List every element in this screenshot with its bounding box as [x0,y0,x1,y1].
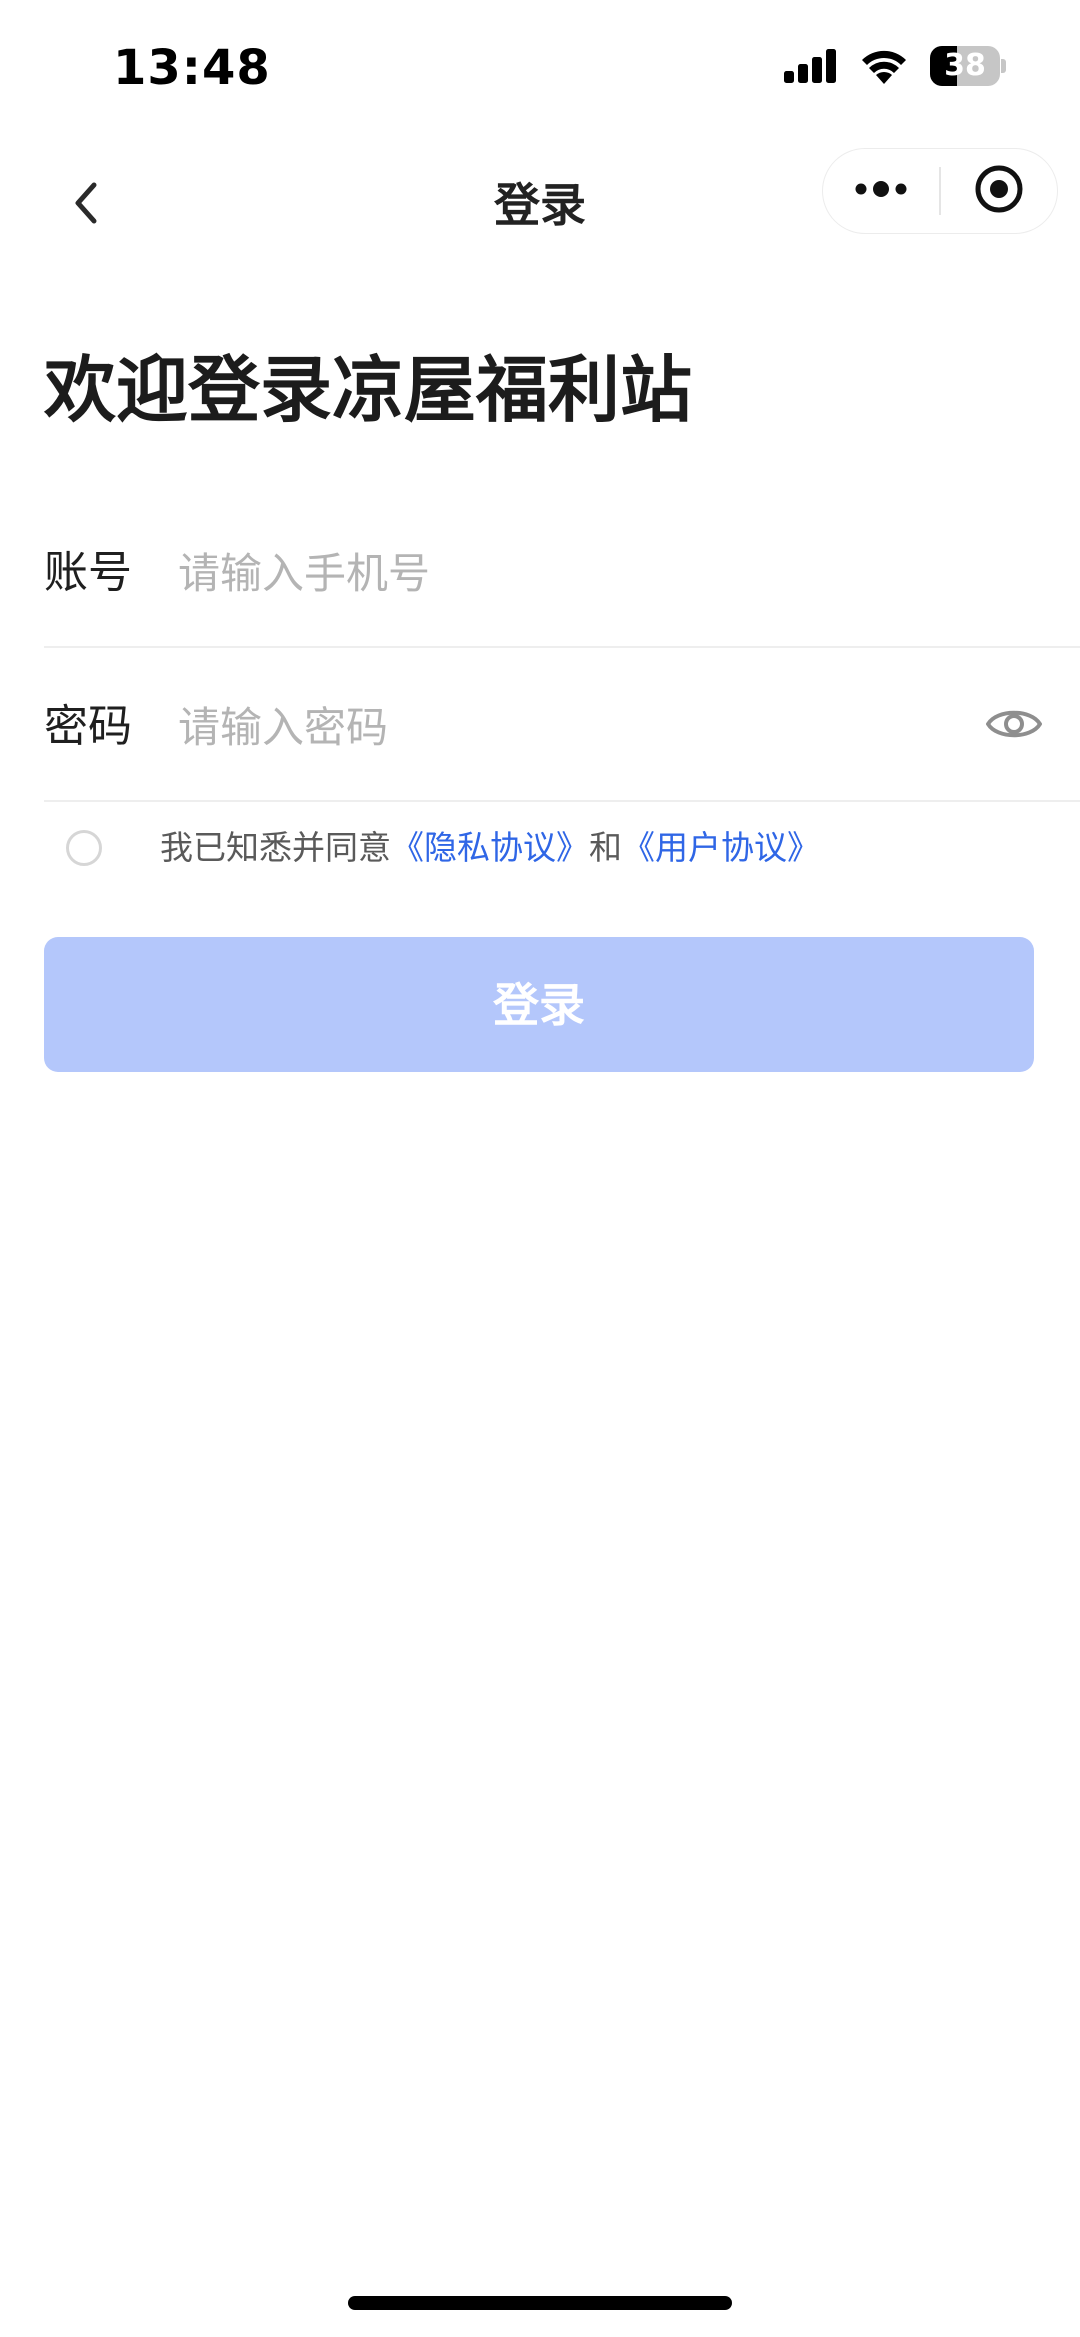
more-menu-button[interactable] [823,149,939,233]
status-time: 13:48 [113,40,271,96]
password-input[interactable] [178,692,878,762]
nav-bar: 登录 [0,140,1080,270]
phone-number-input[interactable] [178,538,878,608]
account-label: 账号 [44,547,132,598]
password-row: 密码 [44,652,1080,802]
close-mini-program-button[interactable] [941,149,1057,233]
agreement-row: 我已知悉并同意《隐私协议》和《用户协议》 [66,818,820,878]
show-password-toggle[interactable] [976,696,1052,756]
account-row: 账号 [44,498,1080,648]
target-circle-icon [973,163,1025,219]
status-bar: 13:48 38 [0,0,1080,130]
status-icons: 38 [784,46,1006,86]
agreement-text: 我已知悉并同意《隐私协议》和《用户协议》 [160,818,820,878]
login-button[interactable]: 登录 [44,937,1034,1072]
wifi-icon [860,48,908,84]
battery-icon: 38 [930,46,1006,86]
page-title: 欢迎登录凉屋福利站 [44,348,693,432]
agree-checkbox[interactable] [66,830,102,866]
mini-program-capsule [822,148,1058,234]
privacy-policy-link[interactable]: 《隐私协议》 [391,828,589,867]
agreement-prefix: 我已知悉并同意 [160,828,391,867]
cellular-signal-icon [784,49,838,83]
password-label: 密码 [44,701,132,752]
user-agreement-link[interactable]: 《用户协议》 [622,828,820,867]
home-indicator[interactable] [348,2296,732,2310]
more-dots-icon [853,179,909,203]
agreement-conjunction: 和 [589,828,622,867]
battery-level: 38 [944,48,986,83]
eye-icon [985,704,1043,748]
